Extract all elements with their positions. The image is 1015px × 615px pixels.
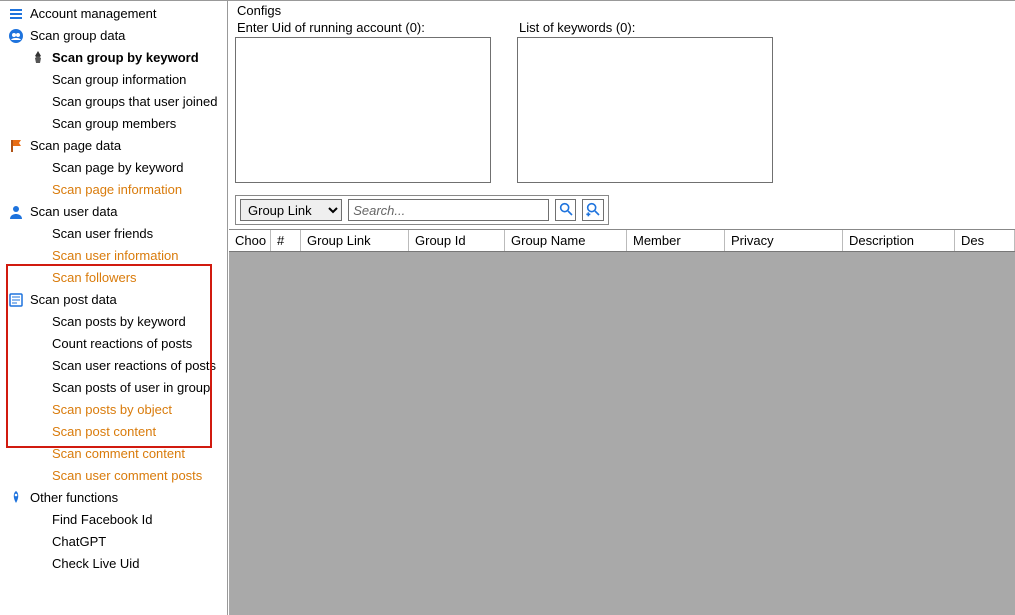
sidebar-item-label: Scan post data: [30, 291, 117, 309]
column-header[interactable]: Choo: [229, 230, 271, 251]
sidebar-item[interactable]: Scan user friends: [6, 223, 227, 245]
flag-icon: [8, 138, 24, 154]
search-input[interactable]: [348, 199, 549, 221]
column-header[interactable]: Group Name: [505, 230, 627, 251]
table-body: [229, 252, 1015, 615]
search-expand-icon: [585, 201, 601, 220]
sidebar-item-label: Scan comment content: [52, 445, 185, 463]
column-header[interactable]: Member: [627, 230, 725, 251]
sidebar-item-label: Scan posts of user in group: [52, 379, 210, 397]
uid-label: Enter Uid of running account (0):: [235, 18, 491, 37]
table-header-row: Choo#Group LinkGroup IdGroup NameMemberP…: [229, 230, 1015, 252]
sidebar-item-label: Scan user reactions of posts: [52, 357, 216, 375]
keywords-field: List of keywords (0):: [517, 18, 773, 183]
results-table: Choo#Group LinkGroup IdGroup NameMemberP…: [229, 229, 1015, 615]
sidebar-item-label: Scan user comment posts: [52, 467, 202, 485]
sidebar-item-label: Scan group members: [52, 115, 176, 133]
sidebar-item[interactable]: Scan posts of user in group: [6, 377, 227, 399]
sidebar-item[interactable]: Scan group data: [6, 25, 227, 47]
sidebar: Account management Scan group data Scan gr…: [0, 1, 228, 615]
sidebar-item-label: Scan posts by keyword: [52, 313, 186, 331]
sidebar-item-label: Scan post content: [52, 423, 156, 441]
sidebar-item[interactable]: Scan user data: [6, 201, 227, 223]
column-header[interactable]: Privacy: [725, 230, 843, 251]
search-expand-button[interactable]: [582, 199, 604, 221]
sidebar-item[interactable]: Scan posts by keyword: [6, 311, 227, 333]
sidebar-item-label: Scan user data: [30, 203, 117, 221]
sidebar-item-label: Account management: [30, 5, 156, 23]
post-icon: [8, 292, 24, 308]
sidebar-item-label: Scan page information: [52, 181, 182, 199]
search-icon: [558, 201, 574, 220]
sidebar-item[interactable]: Scan user information: [6, 245, 227, 267]
sidebar-item[interactable]: Scan posts by object: [6, 399, 227, 421]
sidebar-item[interactable]: Count reactions of posts: [6, 333, 227, 355]
uid-textarea[interactable]: [235, 37, 491, 183]
rocket-icon: [30, 50, 46, 66]
column-header[interactable]: Group Id: [409, 230, 505, 251]
sidebar-item-label: Count reactions of posts: [52, 335, 192, 353]
configs-title: Configs: [235, 1, 1009, 18]
main-panel: Configs Enter Uid of running account (0)…: [228, 1, 1015, 615]
sidebar-item-label: Scan user information: [52, 247, 178, 265]
sidebar-item[interactable]: Account management: [6, 3, 227, 25]
column-header[interactable]: #: [271, 230, 301, 251]
sidebar-item[interactable]: Other functions: [6, 487, 227, 509]
sidebar-item[interactable]: Scan group members: [6, 113, 227, 135]
sidebar-item-label: Scan groups that user joined: [52, 93, 218, 111]
configs-panel: Configs Enter Uid of running account (0)…: [229, 1, 1015, 187]
search-toolbar: Group Link: [235, 195, 609, 225]
sidebar-item-label: Scan posts by object: [52, 401, 172, 419]
search-button[interactable]: [555, 199, 577, 221]
uid-field: Enter Uid of running account (0):: [235, 18, 491, 183]
sidebar-item[interactable]: Check Live Uid: [6, 553, 227, 575]
sidebar-item-label: Scan page by keyword: [52, 159, 184, 177]
sidebar-item[interactable]: Scan group by keyword: [6, 47, 227, 69]
sidebar-item[interactable]: Scan post data: [6, 289, 227, 311]
sidebar-item[interactable]: Scan comment content: [6, 443, 227, 465]
sidebar-item[interactable]: Scan page by keyword: [6, 157, 227, 179]
sidebar-item[interactable]: Scan followers: [6, 267, 227, 289]
sidebar-item[interactable]: Scan group information: [6, 69, 227, 91]
app-root: Account management Scan group data Scan gr…: [0, 0, 1015, 615]
sidebar-item-label: Scan group information: [52, 71, 186, 89]
sidebar-item-label: Scan followers: [52, 269, 137, 287]
sidebar-item[interactable]: Find Facebook Id: [6, 509, 227, 531]
rocket2-icon: [8, 490, 24, 506]
column-header[interactable]: Group Link: [301, 230, 409, 251]
sidebar-item-label: ChatGPT: [52, 533, 106, 551]
groups-icon: [8, 28, 24, 44]
sidebar-item-label: Check Live Uid: [52, 555, 139, 573]
link-type-select[interactable]: Group Link: [240, 199, 342, 221]
user-icon: [8, 204, 24, 220]
sidebar-item[interactable]: Scan post content: [6, 421, 227, 443]
sidebar-item[interactable]: ChatGPT: [6, 531, 227, 553]
sidebar-item-label: Other functions: [30, 489, 118, 507]
sidebar-item-label: Scan user friends: [52, 225, 153, 243]
sidebar-item[interactable]: Scan page data: [6, 135, 227, 157]
sidebar-item-label: Scan page data: [30, 137, 121, 155]
keywords-label: List of keywords (0):: [517, 18, 773, 37]
sidebar-item-label: Scan group by keyword: [52, 49, 199, 67]
sidebar-item-label: Scan group data: [30, 27, 125, 45]
menu-icon: [8, 6, 24, 22]
keywords-textarea[interactable]: [517, 37, 773, 183]
sidebar-item[interactable]: Scan user reactions of posts: [6, 355, 227, 377]
column-header[interactable]: Description: [843, 230, 955, 251]
sidebar-item[interactable]: Scan user comment posts: [6, 465, 227, 487]
configs-fields: Enter Uid of running account (0): List o…: [235, 18, 1009, 183]
sidebar-item[interactable]: Scan groups that user joined: [6, 91, 227, 113]
sidebar-item[interactable]: Scan page information: [6, 179, 227, 201]
sidebar-item-label: Find Facebook Id: [52, 511, 152, 529]
column-header[interactable]: Des: [955, 230, 1015, 251]
